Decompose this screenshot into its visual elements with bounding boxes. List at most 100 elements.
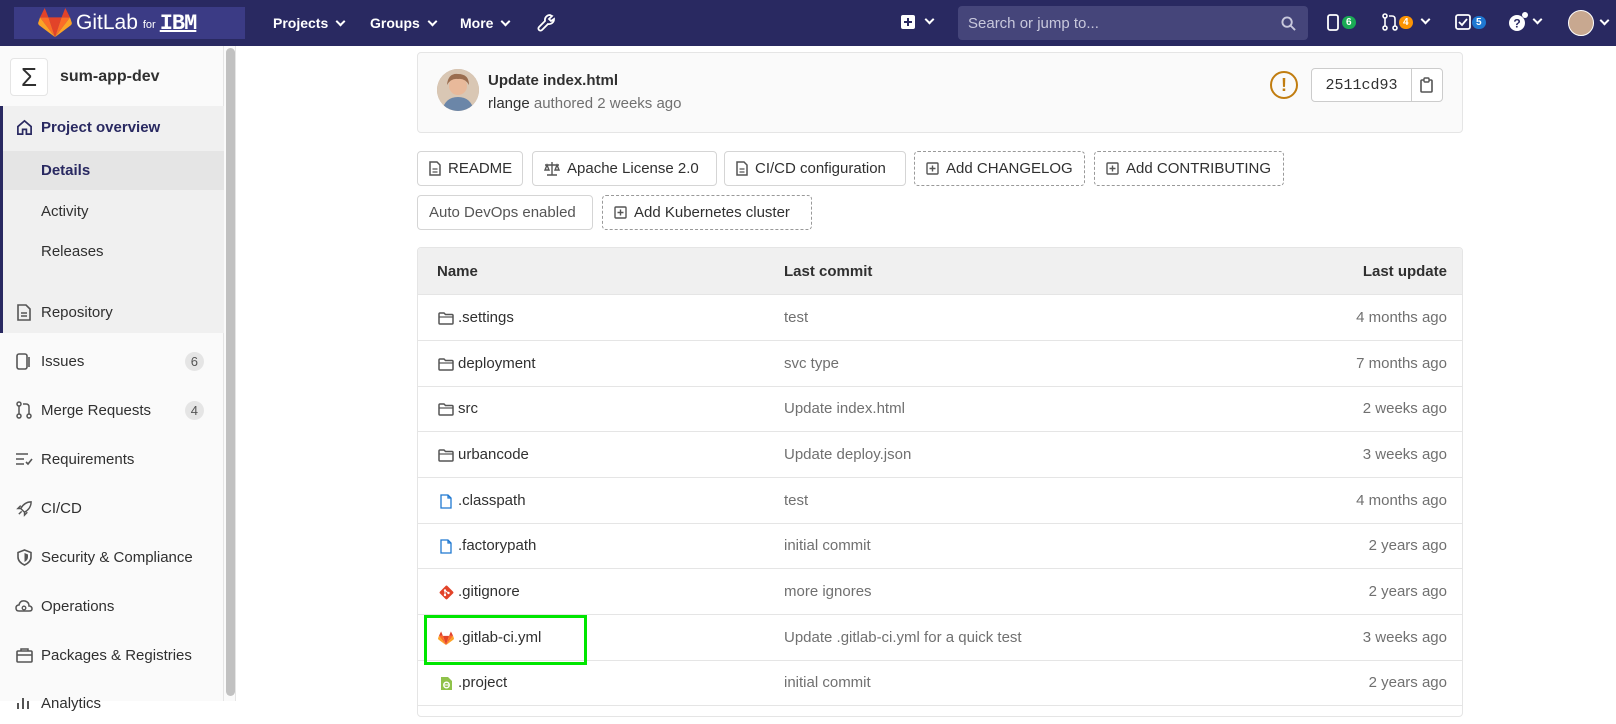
sidebar-item-repository[interactable]: Repository [0,291,224,333]
nav-projects[interactable]: Projects [273,0,346,46]
admin-wrench-icon[interactable] [537,13,557,33]
package-icon [14,645,34,665]
cicd-configuration-button[interactable]: CI/CD configuration [724,151,906,186]
sidebar-subitem-releases[interactable]: Releases [3,232,224,271]
commit-sha[interactable]: 2511cd93 [1311,68,1412,102]
file-name[interactable]: src [458,400,478,417]
sidebar-subitem-label: Releases [41,243,104,260]
doc-icon [736,161,748,176]
file-name[interactable]: urbancode [458,446,529,463]
sidebar-subitem-details[interactable]: Details [3,151,224,190]
table-row[interactable]: .settings test 4 months ago [418,295,1462,341]
table-row[interactable]: .factorypath initial commit 2 years ago [418,523,1462,569]
commit-author[interactable]: rlange [488,95,530,112]
add-kubernetes-cluster-button[interactable]: Add Kubernetes cluster [602,195,812,230]
file-name[interactable]: .factorypath [458,537,536,554]
gitlab-logo[interactable]: GitLab for IBM [14,7,245,39]
auto-devops-button[interactable]: Auto DevOps enabled [417,195,593,230]
sidebar-subitem-activity[interactable]: Activity [3,192,224,231]
sidebar-item-analytics[interactable]: Analytics [0,682,224,724]
mr-count-badge: 4 [184,400,204,420]
file-last-update: 4 months ago [1356,309,1447,326]
table-row[interactable]: urbancode Update deploy.json 3 weeks ago [418,432,1462,478]
file-last-commit[interactable]: test [784,492,808,509]
file-last-commit[interactable]: test [784,309,808,326]
search-input[interactable]: Search or jump to... [958,6,1308,40]
add-changelog-button[interactable]: Add CHANGELOG [914,151,1085,186]
file-name[interactable]: .gitignore [458,583,520,600]
scale-icon [544,161,560,176]
issues-shortcut[interactable]: 6 [1327,14,1356,31]
file-name[interactable]: .project [458,674,507,691]
table-row[interactable]: .project initial commit 2 years ago [418,660,1462,706]
chevron-down-icon [427,16,438,26]
file-last-commit[interactable]: Update .gitlab-ci.yml for a quick test [784,629,1022,646]
sidebar-item-issues[interactable]: Issues 6 [0,340,224,382]
file-last-commit[interactable]: more ignores [784,583,872,600]
folder-icon [437,309,455,327]
svg-text:?: ? [1513,17,1520,31]
cicd-configuration-label: CI/CD configuration [755,160,886,177]
sidebar-item-label: Security & Compliance [41,548,193,566]
file-last-commit[interactable]: svc type [784,355,839,372]
sidebar-item-requirements[interactable]: Requirements [0,438,224,480]
sidebar-item-label: Project overview [41,118,161,136]
file-name[interactable]: .settings [458,309,514,326]
sidebar-item-operations[interactable]: Operations [0,585,224,627]
sidebar-item-label: Merge Requests [41,401,152,419]
issues-count-badge: 6 [184,351,204,371]
avatar[interactable] [437,69,479,111]
file-last-commit[interactable]: Update deploy.json [784,446,911,463]
table-row[interactable]: .gitignore more ignores 2 years ago [418,569,1462,615]
nav-more[interactable]: More [460,0,511,46]
pipeline-warning-icon[interactable]: ! [1270,71,1298,99]
sidebar-item-label: Packages & Registries [41,646,192,664]
sidebar-item-project-overview[interactable]: Project overview [0,106,224,148]
table-row[interactable]: src Update index.html 2 weeks ago [418,386,1462,432]
chevron-down-icon [1599,15,1610,26]
table-row[interactable]: deployment svc type 7 months ago [418,341,1462,387]
file-last-update: 2 weeks ago [1362,400,1447,417]
plus-square-icon [614,206,627,219]
cloud-gear-icon [14,596,34,616]
file-last-commit[interactable]: initial commit [784,674,871,691]
project-avatar: Σ [10,58,48,96]
help-dropdown[interactable]: ? [1508,12,1543,32]
todo-check-icon [1455,14,1471,30]
file-last-update: 2 years ago [1368,583,1447,600]
readme-button[interactable]: README [417,151,523,186]
new-item-dropdown[interactable] [900,14,935,30]
nav-groups-label: Groups [370,15,420,31]
file-name[interactable]: .classpath [458,492,526,509]
sidebar-item-merge-requests[interactable]: Merge Requests 4 [0,389,224,431]
sidebar-item-label: Operations [41,597,115,615]
commit-title[interactable]: Update index.html [488,72,618,89]
help-icon: ? [1509,12,1528,31]
merge-requests-shortcut[interactable]: 4 [1382,13,1431,31]
license-button[interactable]: Apache License 2.0 [532,151,717,186]
add-contributing-label: Add CONTRIBUTING [1126,160,1272,177]
sidebar-item-packages[interactable]: Packages & Registries [0,634,224,676]
file-name[interactable]: deployment [458,355,536,372]
file-last-commit[interactable]: Update index.html [784,400,905,417]
sidebar-item-cicd[interactable]: CI/CD [0,487,224,529]
file-icon [437,537,455,555]
file-icon [437,492,455,510]
sidebar-scrollbar-thumb[interactable] [226,48,235,696]
sidebar-item-label: Requirements [41,450,135,468]
eclipse-file-icon [437,674,455,692]
user-menu[interactable] [1568,10,1610,36]
table-row[interactable]: .classpath test 4 months ago [418,478,1462,524]
file-last-commit[interactable]: initial commit [784,537,871,554]
brand-name: GitLab [76,11,138,34]
todos-shortcut[interactable]: 5 [1455,14,1486,30]
copy-sha-button[interactable] [1411,68,1443,102]
add-contributing-button[interactable]: Add CONTRIBUTING [1094,151,1284,186]
sidebar-item-security[interactable]: Security & Compliance [0,536,224,578]
project-header[interactable]: Σ sum-app-dev [10,58,160,96]
last-commit-panel: Update index.html rlange authored 2 week… [417,52,1463,133]
nav-groups[interactable]: Groups [370,0,438,46]
clipboard-icon [1420,77,1433,93]
top-navbar: GitLab for IBM Projects Groups More Sear… [0,0,1616,46]
sidebar-item-label: Analytics [41,694,102,712]
